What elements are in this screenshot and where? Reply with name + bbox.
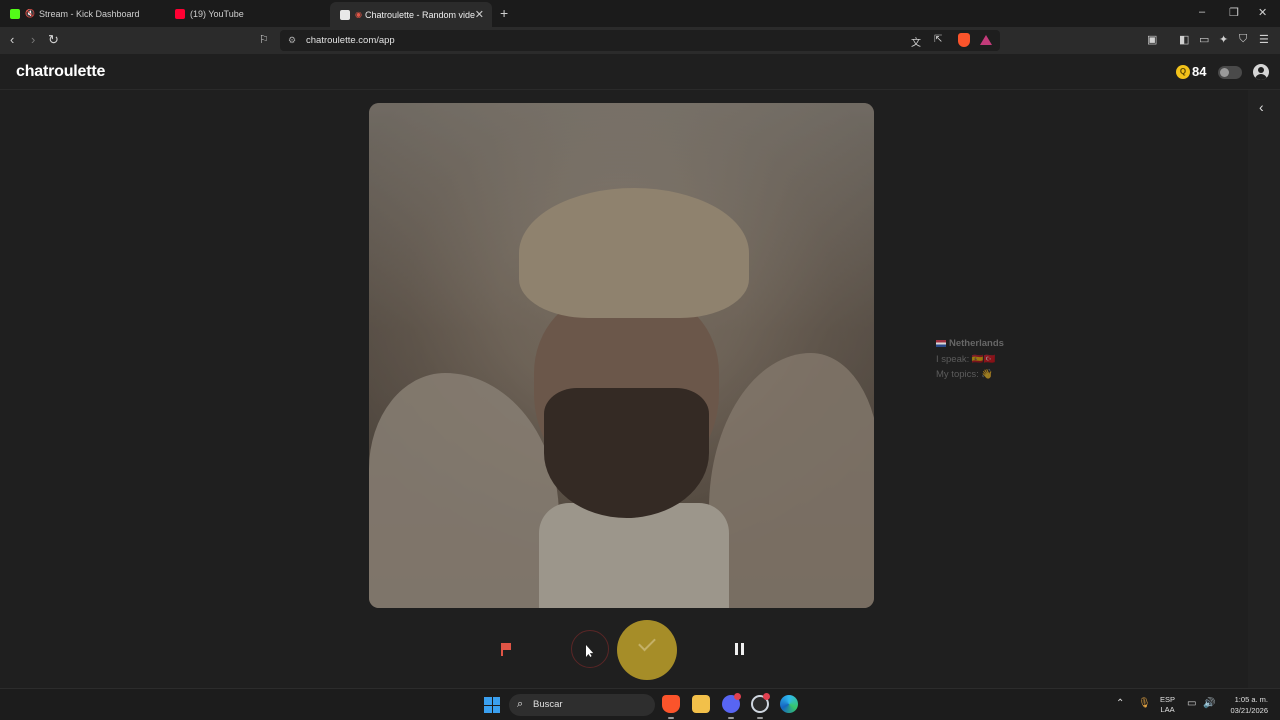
site-header: chatroulette Q 84 xyxy=(0,54,1280,90)
muted-audio-icon[interactable]: 🔇 xyxy=(25,9,35,18)
netherlands-flag-icon xyxy=(936,339,946,347)
topics-emoji: 👋 xyxy=(981,369,994,380)
search-placeholder: Buscar xyxy=(533,699,563,710)
windows-start-icon[interactable] xyxy=(484,697,500,713)
brave-rewards-icon[interactable] xyxy=(980,35,992,45)
pause-icon xyxy=(735,643,738,655)
minimize-button[interactable]: – xyxy=(1199,6,1205,18)
toggle-knob xyxy=(1220,68,1229,77)
theme-toggle[interactable] xyxy=(1218,66,1242,79)
wallet-icon[interactable]: ▭ xyxy=(1199,33,1209,46)
brave-taskbar-icon[interactable] xyxy=(662,695,680,713)
tab-title: Chatroulette - Random video xyxy=(364,9,475,20)
bookmark-icon[interactable]: ⚐ xyxy=(259,33,269,46)
translate-icon[interactable]: 文 xyxy=(911,34,921,49)
search-icon: ⌕ xyxy=(517,698,524,710)
url-text[interactable]: chatroulette.com/app xyxy=(306,35,395,46)
vpn-icon[interactable]: ⛉ xyxy=(1239,33,1247,46)
new-tab-button[interactable]: + xyxy=(500,5,508,21)
leo-ai-icon[interactable]: ✦ xyxy=(1219,33,1228,46)
tab-title: Stream - Kick Dashboard xyxy=(38,8,140,19)
pause-button[interactable] xyxy=(735,643,747,656)
chatroulette-favicon-icon xyxy=(340,9,350,20)
sidebar-icon[interactable]: ▣ xyxy=(1147,33,1157,46)
taskbar-search[interactable]: ⌕ Buscar xyxy=(509,694,655,716)
back-icon[interactable]: ‹ xyxy=(10,32,14,47)
check-icon xyxy=(638,633,656,652)
browser-tabstrip: 🔇 Stream - Kick Dashboard (19) YouTube ◉… xyxy=(0,0,1280,27)
report-button[interactable] xyxy=(499,642,515,658)
partner-video xyxy=(369,103,874,608)
microphone-icon[interactable]: 🎙 xyxy=(1138,698,1151,709)
address-bar[interactable]: ⚙ chatroulette.com/app 文 ⇱ xyxy=(280,30,1000,51)
close-window-button[interactable]: ✕ xyxy=(1258,6,1267,19)
next-button[interactable] xyxy=(617,620,677,680)
tab-chatroulette[interactable]: ◉ Chatroulette - Random video ✕ xyxy=(330,2,492,27)
edge-taskbar-icon[interactable] xyxy=(780,695,798,713)
restore-button[interactable]: ❐ xyxy=(1229,6,1239,19)
input-language[interactable]: ESP LAA xyxy=(1160,695,1175,715)
share-icon[interactable]: ⇱ xyxy=(934,34,942,45)
windows-taskbar: ⌕ Buscar ⌃ 🎙 ESP LAA ▭ 🔊 1:05 a. m. 03/2… xyxy=(0,688,1280,720)
partner-info: Netherlands I speak: 🇪🇸🇹🇷 My topics: 👋 xyxy=(936,336,1004,383)
tab-title: (19) YouTube xyxy=(190,8,244,19)
recording-icon: ◉ xyxy=(355,10,362,19)
kick-favicon-icon xyxy=(10,8,20,19)
file-explorer-taskbar-icon[interactable] xyxy=(692,695,710,713)
system-clock[interactable]: 1:05 a. m. 03/21/2026 xyxy=(1222,694,1268,716)
forward-icon[interactable]: › xyxy=(31,32,35,47)
language-flags: 🇪🇸🇹🇷 xyxy=(971,353,996,365)
close-tab-icon[interactable]: ✕ xyxy=(475,8,484,21)
network-icon[interactable]: ▭ xyxy=(1187,698,1196,709)
partner-languages: I speak: 🇪🇸🇹🇷 xyxy=(936,353,996,365)
user-account-icon[interactable] xyxy=(1253,64,1269,80)
chat-side-panel: ‹ xyxy=(1248,90,1280,688)
expand-panel-chevron-icon[interactable]: ‹ xyxy=(1259,99,1264,115)
split-view-icon[interactable]: ◧ xyxy=(1179,33,1189,46)
partner-country: Netherlands xyxy=(949,338,1004,349)
browser-toolbar: ‹ › ↻ ⚐ ⚙ chatroulette.com/app 文 ⇱ ▣ ◧ ▭… xyxy=(0,27,1280,54)
tray-overflow-chevron-icon[interactable]: ⌃ xyxy=(1116,698,1124,709)
menu-icon[interactable]: ☰ xyxy=(1259,33,1269,46)
tab-kick-dashboard[interactable]: 🔇 Stream - Kick Dashboard xyxy=(0,2,165,25)
site-logo[interactable]: chatroulette xyxy=(16,63,105,81)
tab-youtube[interactable]: (19) YouTube xyxy=(165,2,330,25)
youtube-favicon-icon xyxy=(175,8,185,19)
site-info-icon[interactable]: ⚙ xyxy=(288,35,296,46)
partner-topics: My topics: 👋 xyxy=(936,369,994,380)
volume-icon[interactable]: 🔊 xyxy=(1203,698,1215,709)
coin-balance[interactable]: 84 xyxy=(1192,64,1206,79)
reload-icon[interactable]: ↻ xyxy=(48,32,59,48)
discord-notification-badge xyxy=(734,693,741,700)
stop-button[interactable] xyxy=(571,630,609,668)
brave-shields-icon[interactable] xyxy=(958,33,970,47)
steam-notification-badge xyxy=(763,693,770,700)
partner-country-row: Netherlands xyxy=(936,336,1004,352)
coin-icon: Q xyxy=(1176,65,1190,79)
